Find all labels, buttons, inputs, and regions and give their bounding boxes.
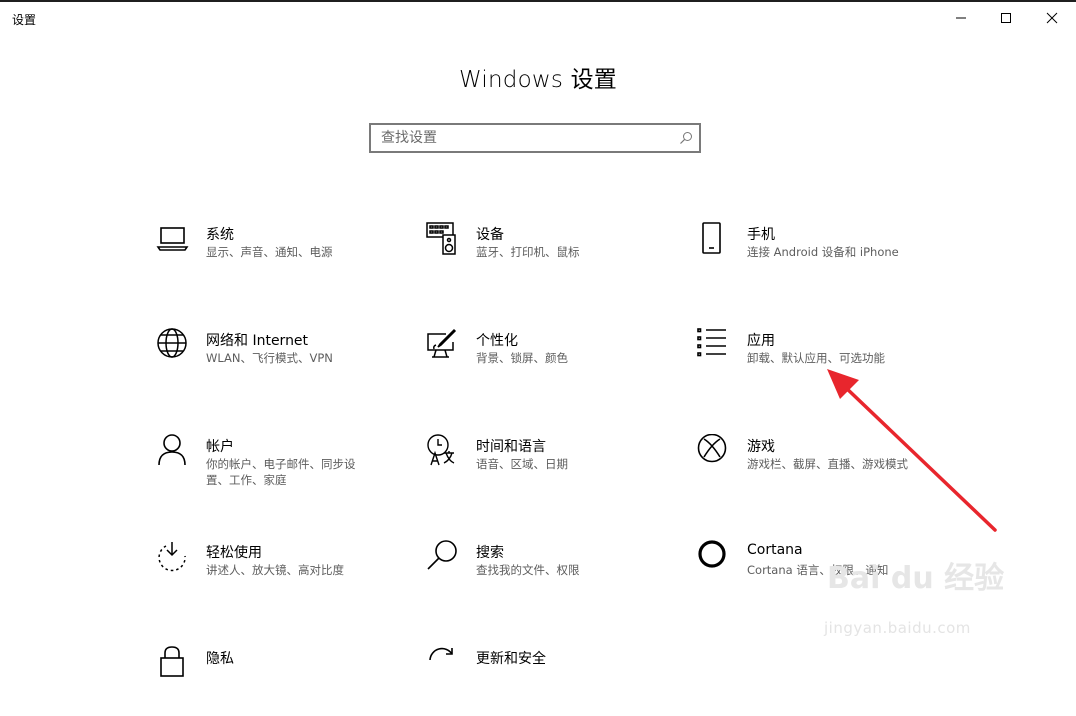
- tile-title: 帐户: [206, 439, 234, 455]
- search-icon: [426, 540, 460, 574]
- phone-icon: [697, 222, 731, 256]
- watermark-logo: Bai du 经验: [827, 561, 1005, 596]
- tile-title: 更新和安全: [476, 651, 546, 667]
- tile-subtitle: 显示、声音、通知、电源: [206, 245, 333, 259]
- window-title: 设置: [12, 13, 37, 27]
- update-sync-icon: [426, 646, 460, 680]
- maximize-button[interactable]: [983, 2, 1029, 34]
- tile-subtitle: 讲述人、放大镜、高对比度: [206, 563, 344, 577]
- cortana-ring-icon: [697, 540, 731, 574]
- tile-subtitle: 游戏栏、截屏、直播、游戏模式: [747, 457, 908, 471]
- close-icon: [1046, 12, 1058, 24]
- tile-ease-of-access[interactable]: 轻松使用 讲述人、放大镜、高对比度: [156, 540, 406, 610]
- tile-time-language[interactable]: 时间和语言 语音、区域、日期: [426, 434, 676, 504]
- tile-devices[interactable]: 设备 蓝牙、打印机、鼠标: [426, 222, 676, 292]
- tile-apps[interactable]: 应用 卸载、默认应用、可选功能: [697, 328, 947, 398]
- search-icon[interactable]: [679, 131, 693, 145]
- tile-subtitle: 卸载、默认应用、可选功能: [747, 351, 885, 365]
- paint-display-icon: [426, 328, 460, 362]
- tile-update-security[interactable]: 更新和安全: [426, 646, 676, 716]
- lock-icon: [156, 646, 190, 680]
- tile-title: 搜索: [476, 545, 504, 561]
- tile-phone[interactable]: 手机 连接 Android 设备和 iPhone: [697, 222, 947, 292]
- maximize-icon: [1001, 13, 1011, 23]
- minimize-icon: [956, 17, 966, 19]
- tile-subtitle: 语音、区域、日期: [476, 457, 568, 471]
- globe-icon: [156, 328, 190, 362]
- tile-subtitle: WLAN、飞行模式、VPN: [206, 351, 333, 365]
- tile-title: 手机: [747, 227, 775, 243]
- tile-accounts[interactable]: 帐户 你的帐户、电子邮件、同步设置、工作、家庭: [156, 434, 406, 504]
- laptop-icon: [156, 222, 190, 256]
- tile-title: 应用: [747, 333, 775, 349]
- tile-subtitle: 蓝牙、打印机、鼠标: [476, 245, 580, 259]
- ease-of-access-icon: [156, 540, 190, 574]
- time-language-icon: [426, 434, 460, 468]
- tile-subtitle: 你的帐户、电子邮件、同步设置、工作、家庭: [206, 457, 356, 487]
- baidu-jingyan-watermark: Bai du 经验 jingyan.baidu.com: [822, 553, 1022, 643]
- tile-personalization[interactable]: 个性化 背景、锁屏、颜色: [426, 328, 676, 398]
- apps-list-icon: [697, 328, 731, 362]
- tile-title: Cortana: [747, 542, 803, 558]
- tile-subtitle: 查找我的文件、权限: [476, 563, 580, 577]
- tile-title: 轻松使用: [206, 545, 262, 561]
- title-bar[interactable]: 设置: [0, 2, 1076, 34]
- close-button[interactable]: [1029, 2, 1075, 34]
- tile-system[interactable]: 系统 显示、声音、通知、电源: [156, 222, 406, 292]
- tile-title: 时间和语言: [476, 439, 546, 455]
- page-title: Windows 设置: [459, 67, 617, 93]
- tile-network[interactable]: 网络和 Internet WLAN、飞行模式、VPN: [156, 328, 406, 398]
- tile-privacy[interactable]: 隐私: [156, 646, 406, 716]
- search-box[interactable]: [369, 123, 701, 153]
- tile-title: 网络和 Internet: [206, 333, 309, 349]
- tile-title: 隐私: [206, 651, 234, 667]
- tile-gaming[interactable]: 游戏 游戏栏、截屏、直播、游戏模式: [697, 434, 947, 504]
- keyboard-speaker-icon: [426, 222, 460, 256]
- tile-search[interactable]: 搜索 查找我的文件、权限: [426, 540, 676, 610]
- tile-subtitle: 背景、锁屏、颜色: [476, 351, 568, 365]
- tile-title: 个性化: [476, 333, 518, 349]
- tile-title: 设备: [476, 227, 504, 243]
- search-input[interactable]: [371, 125, 677, 151]
- tile-title: 游戏: [747, 439, 775, 455]
- tile-subtitle: 连接 Android 设备和 iPhone: [747, 245, 899, 259]
- xbox-icon: [697, 434, 731, 468]
- tile-title: 系统: [206, 227, 234, 243]
- person-icon: [156, 434, 190, 468]
- minimize-button[interactable]: [938, 2, 984, 34]
- watermark-url: jingyan.baidu.com: [824, 619, 971, 637]
